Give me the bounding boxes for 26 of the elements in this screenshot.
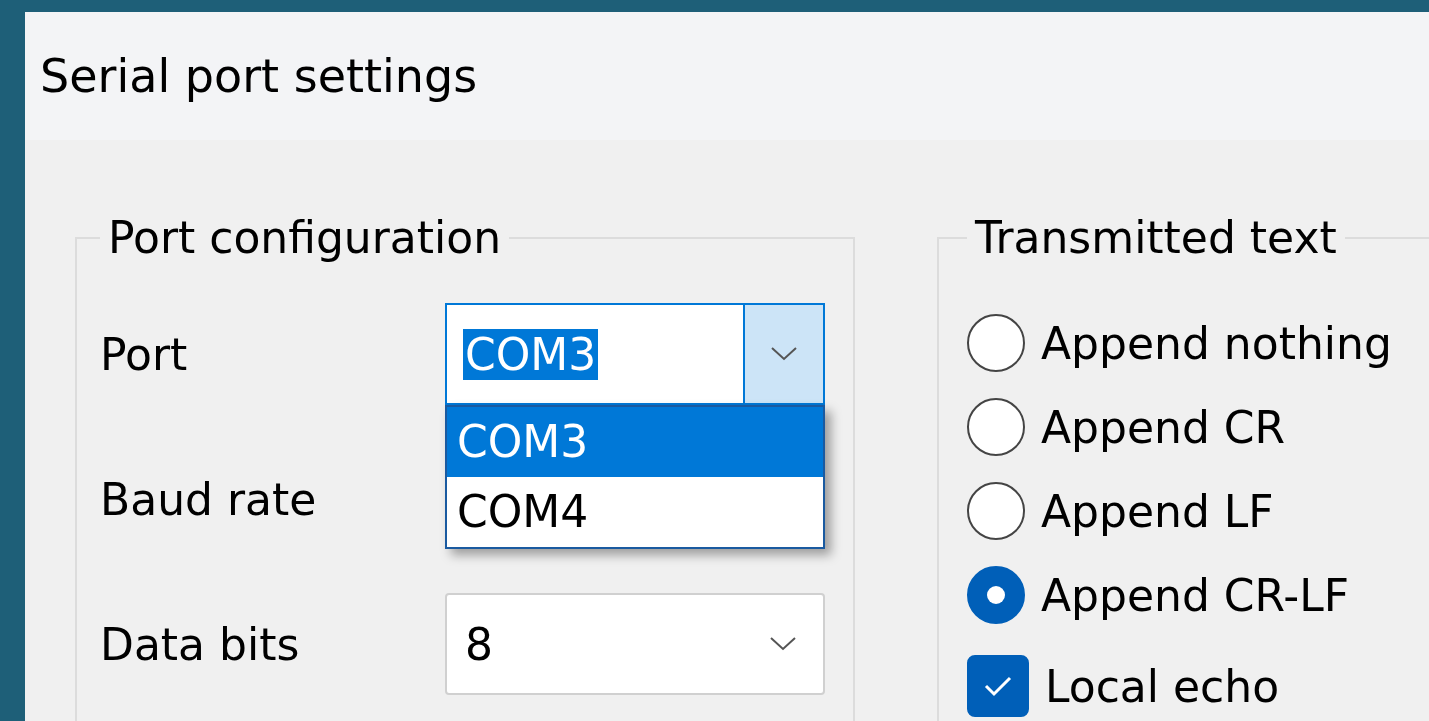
dropdown-value: 8: [464, 618, 494, 670]
radio-label[interactable]: Append LF: [1041, 485, 1274, 537]
window-title: Serial port settings: [25, 12, 1429, 140]
group-title: Port configuration: [107, 211, 503, 265]
checkbox[interactable]: [967, 655, 1029, 717]
dropdown-value: COM3: [463, 328, 599, 380]
checkmark-icon: [983, 674, 1013, 698]
dropdown-button[interactable]: [743, 305, 823, 403]
radio-button[interactable]: [967, 398, 1025, 456]
radio-label[interactable]: Append CR: [1041, 401, 1286, 453]
chevron-down-icon: [771, 347, 797, 361]
radio-button[interactable]: [967, 314, 1025, 372]
radio-label[interactable]: Append CR-LF: [1041, 569, 1350, 621]
dropdown-field[interactable]: COM3: [445, 303, 825, 405]
field-label: Data bits: [100, 618, 301, 670]
group-title: Transmitted text: [974, 211, 1338, 265]
radio-button[interactable]: [967, 482, 1025, 540]
field-label: Port: [100, 328, 189, 380]
dropdown-option[interactable]: COM4: [447, 477, 823, 547]
chevron-down-icon: [770, 637, 796, 651]
checkbox-label[interactable]: Local echo: [1045, 660, 1280, 712]
field-label: Baud rate: [100, 473, 318, 525]
radio-button[interactable]: [967, 566, 1025, 624]
dropdown-option[interactable]: COM3: [447, 407, 823, 477]
dropdown-field[interactable]: 8: [445, 593, 825, 695]
radio-label[interactable]: Append nothing: [1041, 317, 1392, 369]
